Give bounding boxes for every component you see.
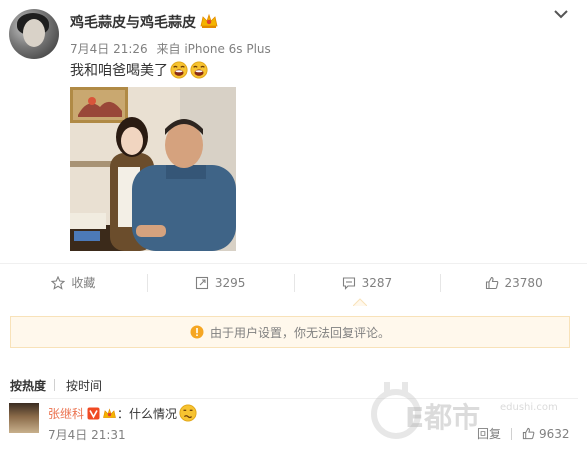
favorite-label: 收藏 [71, 276, 96, 290]
comment-actions-divider [511, 427, 513, 440]
watermark-text: E都市 [405, 401, 481, 434]
comment-text: ：什么情况 [117, 406, 178, 421]
star-icon [51, 275, 66, 290]
comment-like-count: 9632 [539, 426, 570, 441]
thumbs-up-icon [485, 276, 498, 289]
post-meta: 7月4日 21:26 来自 iPhone 6s Plus [70, 40, 276, 57]
thumbs-up-icon[interactable] [522, 427, 535, 440]
comment-avatar[interactable] [9, 403, 39, 433]
post-text: 我和咱爸喝美了 [70, 60, 208, 80]
warning-icon [190, 325, 204, 339]
avatar[interactable] [9, 9, 59, 59]
like-count: 23780 [504, 275, 543, 290]
confused-emoji-icon [179, 404, 197, 422]
reply-button[interactable]: 回复 [477, 425, 501, 442]
repost-count: 3295 [214, 275, 246, 290]
laughing-emoji-icon [190, 61, 208, 79]
post-source: 来自 iPhone 6s Plus [156, 42, 271, 56]
comment-icon [342, 276, 355, 290]
username[interactable]: 鸡毛蒜皮与鸡毛蒜皮 [70, 12, 196, 32]
comment-button[interactable]: 3287 [293, 264, 441, 301]
reply-restriction-notice: 由于用户设置，你无法回复评论。 [10, 316, 570, 348]
post-date[interactable]: 7月4日 21:26 [70, 42, 148, 56]
post-photo[interactable] [70, 87, 236, 251]
repost-button[interactable]: 3295 [146, 264, 294, 301]
post-text-content: 我和咱爸喝美了 [70, 63, 168, 79]
like-button[interactable]: 23780 [440, 264, 587, 301]
comment-time: 7月4日 21:31 [48, 428, 126, 442]
chevron-down-icon[interactable] [553, 8, 569, 20]
favorite-button[interactable]: 收藏 [0, 264, 147, 301]
avatar-face [23, 19, 45, 47]
sort-by-time[interactable]: 按时间 [66, 377, 102, 394]
comment-sort-bar: 按热度 按时间 [10, 377, 102, 394]
vip-crown-icon[interactable] [102, 407, 117, 420]
comment-username[interactable]: 张继科 [48, 405, 84, 422]
repost-icon [195, 276, 208, 289]
photo-illustration [70, 87, 236, 251]
watermark-subtext: edushi.com [500, 402, 558, 413]
laughing-emoji-icon [170, 61, 188, 79]
comment-line: 张继科 ：什么情况 [48, 404, 197, 422]
vip-crown-icon[interactable] [199, 12, 219, 29]
action-bar: 收藏 3295 3287 23780 [0, 263, 587, 301]
comment-count: 3287 [361, 275, 393, 290]
sort-by-hot[interactable]: 按热度 [10, 377, 46, 394]
notice-text: 由于用户设置，你无法回复评论。 [209, 325, 390, 340]
verified-v-icon[interactable] [87, 407, 100, 420]
sort-divider [54, 379, 56, 391]
weibo-post-card: 鸡毛蒜皮与鸡毛蒜皮 7月4日 21:26 来自 iPhone 6s Plus 我… [0, 0, 587, 451]
active-tab-arrow-icon [353, 298, 367, 306]
divider [10, 398, 578, 399]
comment-actions: 回复 9632 [477, 425, 570, 442]
